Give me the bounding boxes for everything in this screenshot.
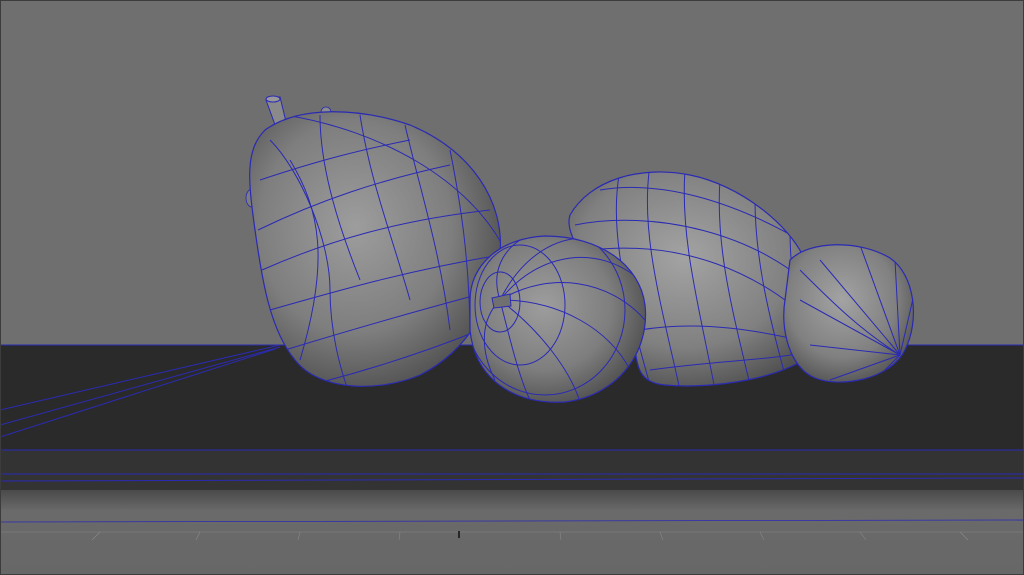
viewport-3d-panel[interactable] [0, 0, 1024, 575]
table-front-face [0, 450, 1024, 492]
viewport-canvas[interactable] [0, 0, 1024, 575]
ground-floor [0, 490, 1024, 575]
pear-stem-cap [265, 95, 281, 103]
